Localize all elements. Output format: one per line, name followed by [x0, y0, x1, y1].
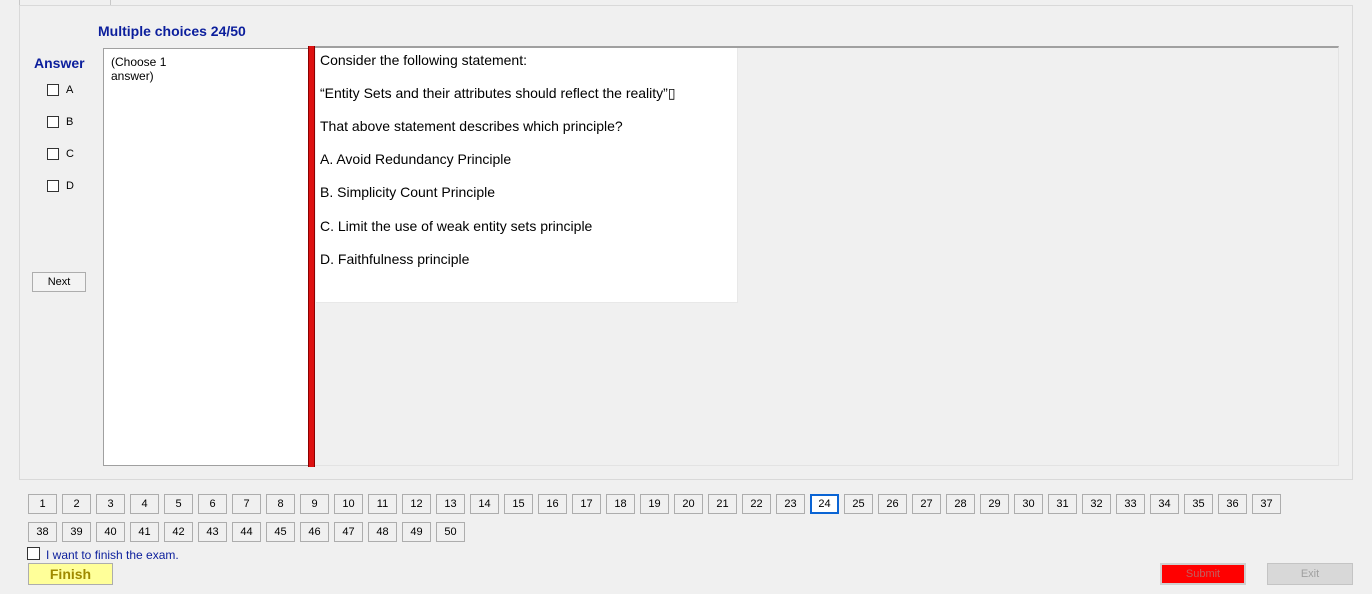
question-nav-button-14[interactable]: 14 — [470, 494, 499, 514]
question-nav-button-27[interactable]: 27 — [912, 494, 941, 514]
finish-exam-checkbox[interactable] — [27, 546, 40, 560]
question-nav-button-42[interactable]: 42 — [164, 522, 193, 542]
question-nav-button-3[interactable]: 3 — [96, 494, 125, 514]
question-nav-button-46[interactable]: 46 — [300, 522, 329, 542]
question-nav-button-41[interactable]: 41 — [130, 522, 159, 542]
question-nav-button-43[interactable]: 43 — [198, 522, 227, 542]
exit-button[interactable]: Exit — [1267, 563, 1353, 585]
question-line-1: Consider the following statement: — [320, 52, 527, 68]
option-label-d: D — [66, 180, 74, 192]
question-nav-button-36[interactable]: 36 — [1218, 494, 1247, 514]
question-nav-button-31[interactable]: 31 — [1048, 494, 1077, 514]
question-choice-a: A. Avoid Redundancy Principle — [320, 151, 512, 167]
question-nav-button-20[interactable]: 20 — [674, 494, 703, 514]
question-nav-button-11[interactable]: 11 — [368, 494, 397, 514]
question-nav-button-44[interactable]: 44 — [232, 522, 261, 542]
question-nav-button-40[interactable]: 40 — [96, 522, 125, 542]
question-nav-button-17[interactable]: 17 — [572, 494, 601, 514]
question-nav-button-8[interactable]: 8 — [266, 494, 295, 514]
finish-button[interactable]: Finish — [28, 563, 113, 585]
answer-label: Answer — [34, 55, 85, 71]
answer-option-a[interactable]: A — [47, 83, 73, 97]
question-nav-button-18[interactable]: 18 — [606, 494, 635, 514]
finish-exam-option[interactable]: I want to finish the exam. — [27, 544, 179, 562]
answer-option-b[interactable]: B — [47, 115, 73, 129]
option-label-b: B — [66, 116, 74, 128]
question-nav-button-22[interactable]: 22 — [742, 494, 771, 514]
checkbox-c[interactable] — [47, 148, 59, 160]
question-nav-button-23[interactable]: 23 — [776, 494, 805, 514]
question-nav-button-29[interactable]: 29 — [980, 494, 1009, 514]
question-nav-button-49[interactable]: 49 — [402, 522, 431, 542]
question-nav-button-47[interactable]: 47 — [334, 522, 363, 542]
question-nav-button-21[interactable]: 21 — [708, 494, 737, 514]
question-choice-d: D. Faithfulness principle — [320, 251, 470, 267]
question-nav-button-12[interactable]: 12 — [402, 494, 431, 514]
question-choice-b: B. Simplicity Count Principle — [320, 184, 496, 200]
option-label-c: C — [66, 148, 74, 160]
question-nav-button-10[interactable]: 10 — [334, 494, 363, 514]
next-button[interactable]: Next — [32, 272, 86, 292]
question-line-2: “Entity Sets and their attributes should… — [320, 85, 676, 101]
submit-button[interactable]: Submit — [1160, 563, 1246, 585]
question-nav-button-37[interactable]: 37 — [1252, 494, 1281, 514]
question-nav-button-2[interactable]: 2 — [62, 494, 91, 514]
question-nav-button-19[interactable]: 19 — [640, 494, 669, 514]
question-nav-button-25[interactable]: 25 — [844, 494, 873, 514]
question-nav-button-16[interactable]: 16 — [538, 494, 567, 514]
answer-option-c[interactable]: C — [47, 147, 74, 161]
question-nav-button-45[interactable]: 45 — [266, 522, 295, 542]
question-nav-button-33[interactable]: 33 — [1116, 494, 1145, 514]
question-nav-button-30[interactable]: 30 — [1014, 494, 1043, 514]
question-line-3: That above statement describes which pri… — [320, 118, 623, 134]
question-nav-button-50[interactable]: 50 — [436, 522, 465, 542]
question-nav-button-13[interactable]: 13 — [436, 494, 465, 514]
question-nav-button-48[interactable]: 48 — [368, 522, 397, 542]
question-nav-button-38[interactable]: 38 — [28, 522, 57, 542]
question-nav-button-5[interactable]: 5 — [164, 494, 193, 514]
question-nav-button-32[interactable]: 32 — [1082, 494, 1111, 514]
question-nav-button-7[interactable]: 7 — [232, 494, 261, 514]
question-nav-button-24[interactable]: 24 — [810, 494, 839, 514]
checkbox-b[interactable] — [47, 116, 59, 128]
finish-exam-label: I want to finish the exam. — [46, 548, 179, 562]
checkbox-d[interactable] — [47, 180, 59, 192]
answer-option-d[interactable]: D — [47, 179, 74, 193]
question-nav-button-35[interactable]: 35 — [1184, 494, 1213, 514]
question-nav-button-9[interactable]: 9 — [300, 494, 329, 514]
splitter-bar[interactable] — [308, 46, 315, 467]
question-nav-button-34[interactable]: 34 — [1150, 494, 1179, 514]
question-choice-c: C. Limit the use of weak entity sets pri… — [320, 218, 593, 234]
option-label-a: A — [66, 84, 74, 96]
question-nav-button-1[interactable]: 1 — [28, 494, 57, 514]
question-nav-button-6[interactable]: 6 — [198, 494, 227, 514]
choose-hint-text: (Choose 1 answer) — [111, 55, 167, 83]
question-nav-button-28[interactable]: 28 — [946, 494, 975, 514]
question-nav-button-15[interactable]: 15 — [504, 494, 533, 514]
choose-hint-panel: (Choose 1 answer) — [103, 48, 308, 466]
page-title: Multiple choices 24/50 — [98, 23, 246, 39]
question-nav-button-26[interactable]: 26 — [878, 494, 907, 514]
question-nav-button-39[interactable]: 39 — [62, 522, 91, 542]
question-nav-button-4[interactable]: 4 — [130, 494, 159, 514]
checkbox-a[interactable] — [47, 84, 59, 96]
